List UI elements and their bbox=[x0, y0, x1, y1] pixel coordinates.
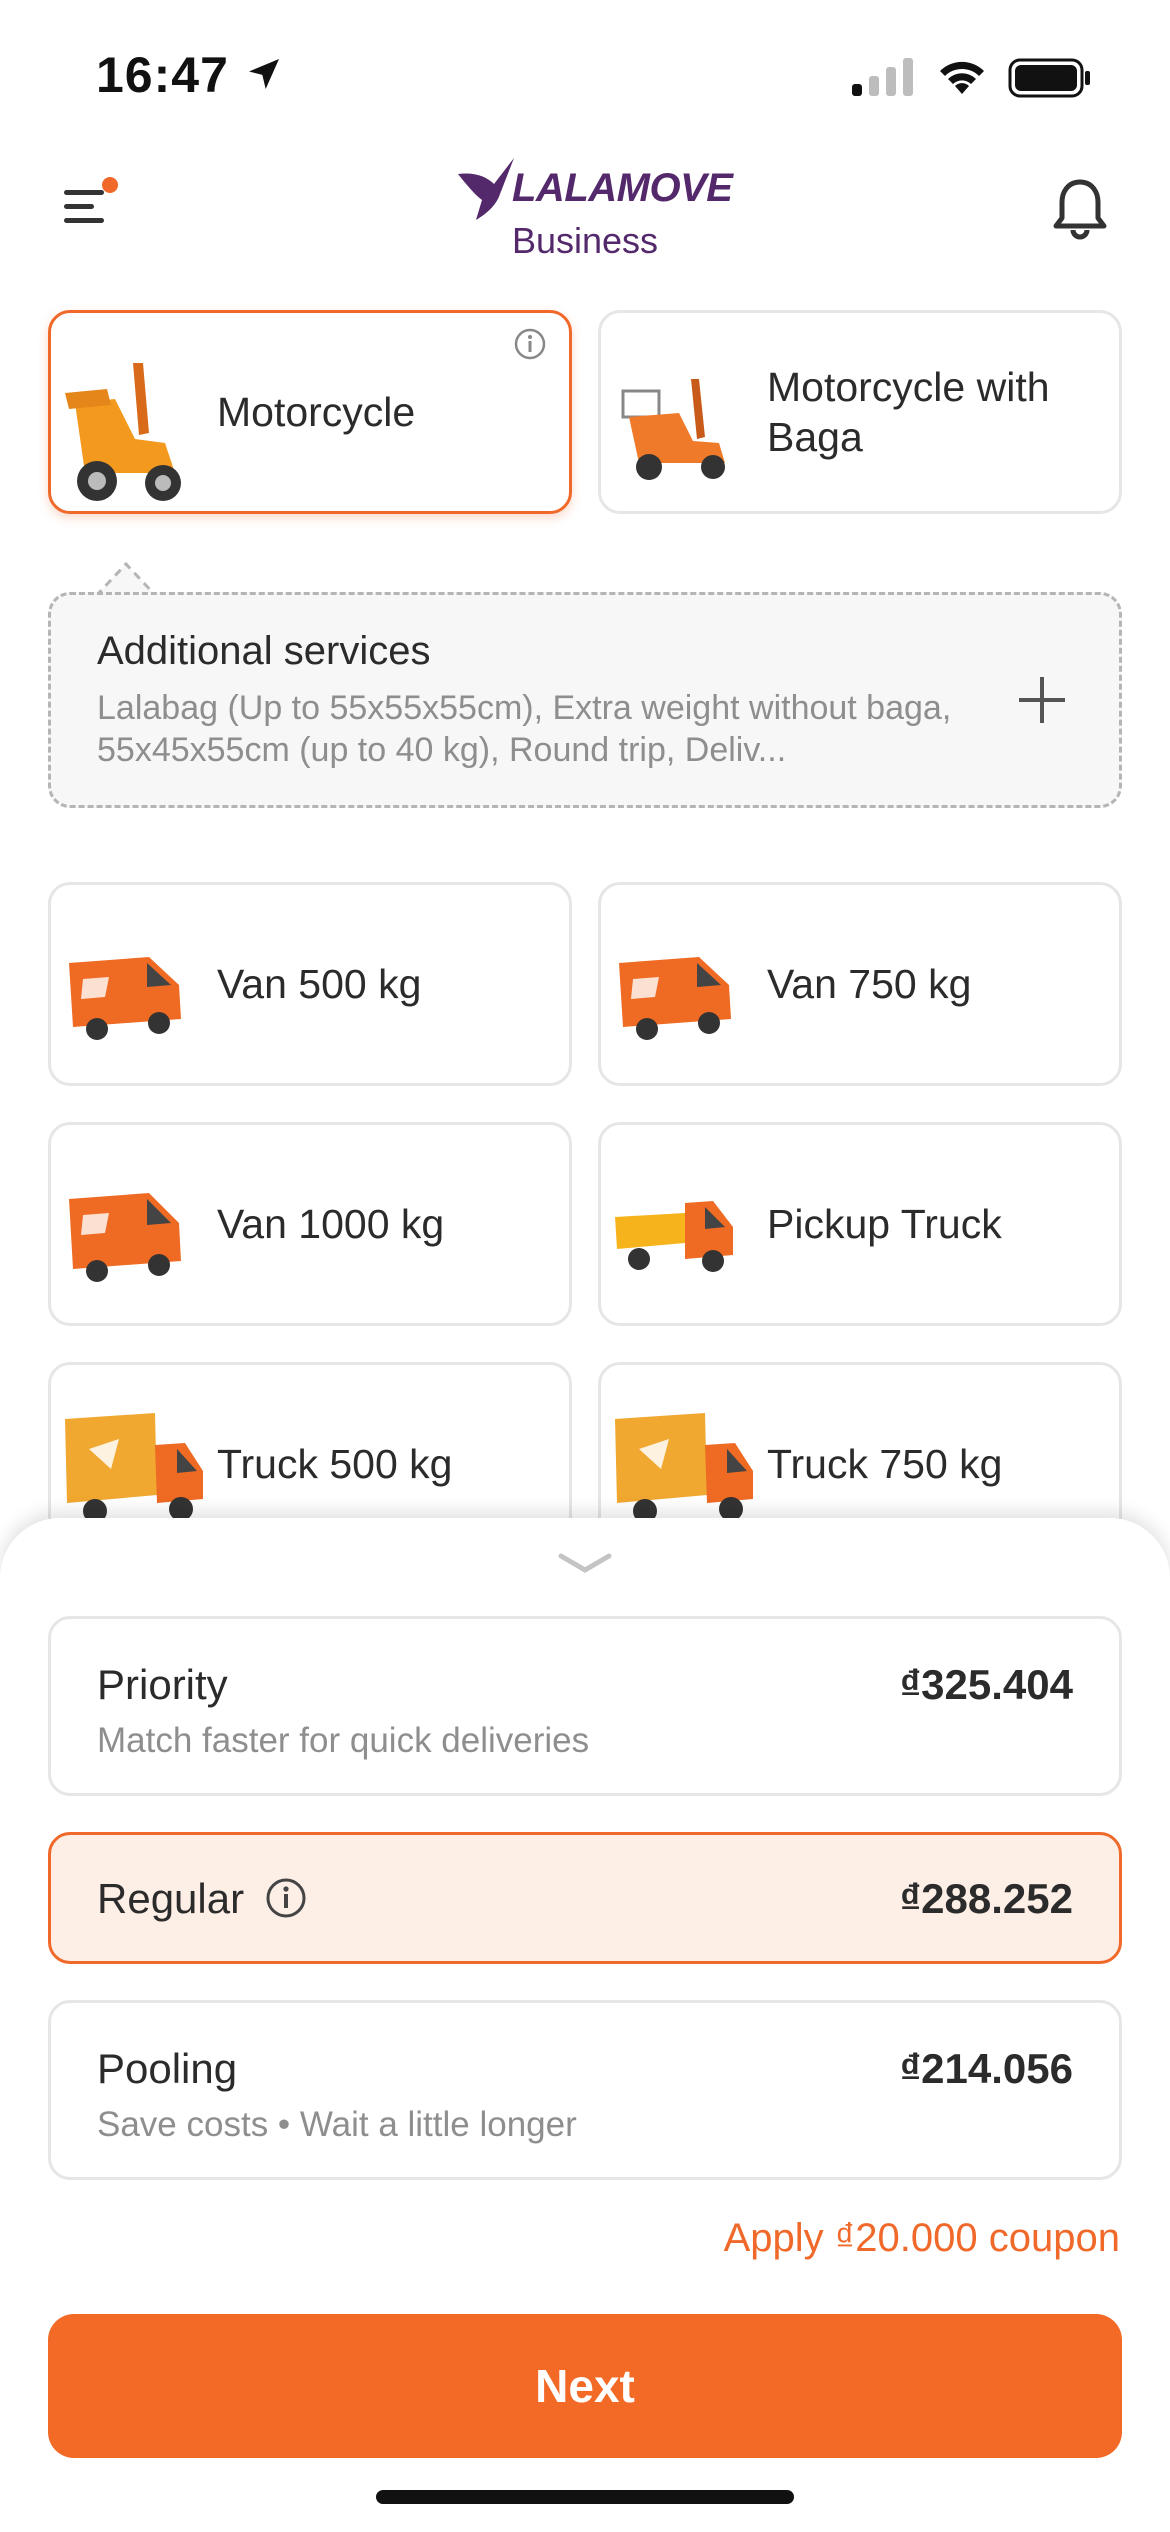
vehicle-label: Van 750 kg bbox=[767, 961, 972, 1007]
option-subtitle: Save costs • Wait a little longer bbox=[97, 2105, 577, 2144]
vehicle-card-motorcycle[interactable]: Motorcycle bbox=[48, 310, 572, 514]
status-bar: 16:47 bbox=[0, 0, 1170, 140]
info-icon[interactable] bbox=[265, 1877, 307, 1919]
additional-services-title: Additional services bbox=[97, 629, 431, 673]
option-name: Priority bbox=[97, 1661, 228, 1708]
hummingbird-icon bbox=[458, 158, 514, 220]
vehicle-card-van-500[interactable]: Van 500 kg bbox=[48, 882, 572, 1086]
next-button[interactable]: Next bbox=[48, 2314, 1122, 2458]
option-name: Regular bbox=[97, 1875, 245, 1922]
vehicle-card-motorcycle-with-baga[interactable]: Motorcycle with Baga bbox=[598, 310, 1122, 514]
pickup-truck-icon bbox=[615, 1201, 733, 1272]
van-icon bbox=[619, 957, 731, 1040]
option-price: ₫214.056 bbox=[899, 2045, 1073, 2092]
delivery-option-pooling[interactable]: Pooling ₫214.056 Save costs • Wait a lit… bbox=[48, 2000, 1122, 2180]
lalamove-logo: LALAMOVE Business bbox=[450, 150, 733, 261]
vehicle-card-pickup-truck[interactable]: Pickup Truck bbox=[598, 1122, 1122, 1326]
brand-name: LALAMOVE bbox=[512, 166, 733, 210]
option-price: ₫288.252 bbox=[899, 1875, 1073, 1922]
battery-icon bbox=[1008, 58, 1090, 98]
add-service-plus-icon[interactable] bbox=[1015, 673, 1069, 727]
motorcycle-icon bbox=[65, 363, 181, 501]
delivery-option-priority[interactable]: Priority ₫325.404 Match faster for quick… bbox=[48, 1616, 1122, 1796]
menu-icon[interactable] bbox=[60, 172, 126, 238]
option-subtitle: Match faster for quick deliveries bbox=[97, 1721, 590, 1760]
brand-subtitle: Business bbox=[511, 220, 659, 261]
delivery-option-regular[interactable]: Regular ₫288.252 bbox=[48, 1832, 1122, 1964]
status-time: 16:47 bbox=[96, 47, 229, 103]
vehicle-label: Pickup Truck bbox=[767, 1201, 1002, 1247]
vehicle-label: Truck 750 kg bbox=[767, 1441, 1003, 1487]
vehicle-label: Van 1000 kg bbox=[217, 1201, 445, 1247]
apply-coupon-link[interactable]: Apply ₫20.000 coupon bbox=[724, 2216, 1120, 2261]
chevron-down-icon[interactable] bbox=[555, 1548, 615, 1578]
vehicle-card-van-1000[interactable]: Van 1000 kg bbox=[48, 1122, 572, 1326]
option-price: ₫325.404 bbox=[899, 1661, 1073, 1708]
notification-bell-icon[interactable] bbox=[1050, 176, 1110, 240]
motorcycle-with-baga-icon bbox=[621, 379, 725, 480]
cellular-signal-icon bbox=[852, 58, 913, 96]
vehicle-label: Motorcycle bbox=[217, 389, 416, 435]
additional-services-panel[interactable]: Additional services Lalabag (Up to 55x55… bbox=[48, 592, 1122, 808]
popover-pointer bbox=[96, 561, 156, 596]
vehicle-label: Van 500 kg bbox=[217, 961, 422, 1007]
wifi-icon bbox=[940, 61, 984, 94]
van-icon bbox=[69, 957, 181, 1040]
van-icon bbox=[69, 1193, 181, 1282]
info-icon[interactable] bbox=[513, 327, 547, 361]
home-indicator bbox=[376, 2490, 794, 2504]
option-name: Pooling bbox=[97, 2045, 238, 2092]
location-arrow-icon bbox=[249, 59, 279, 89]
additional-services-description: Lalabag (Up to 55x55x55cm), Extra weight… bbox=[97, 689, 952, 769]
vehicle-card-van-750[interactable]: Van 750 kg bbox=[598, 882, 1122, 1086]
vehicle-label: Motorcycle with Baga bbox=[767, 364, 1050, 460]
vehicle-label: Truck 500 kg bbox=[217, 1441, 453, 1487]
